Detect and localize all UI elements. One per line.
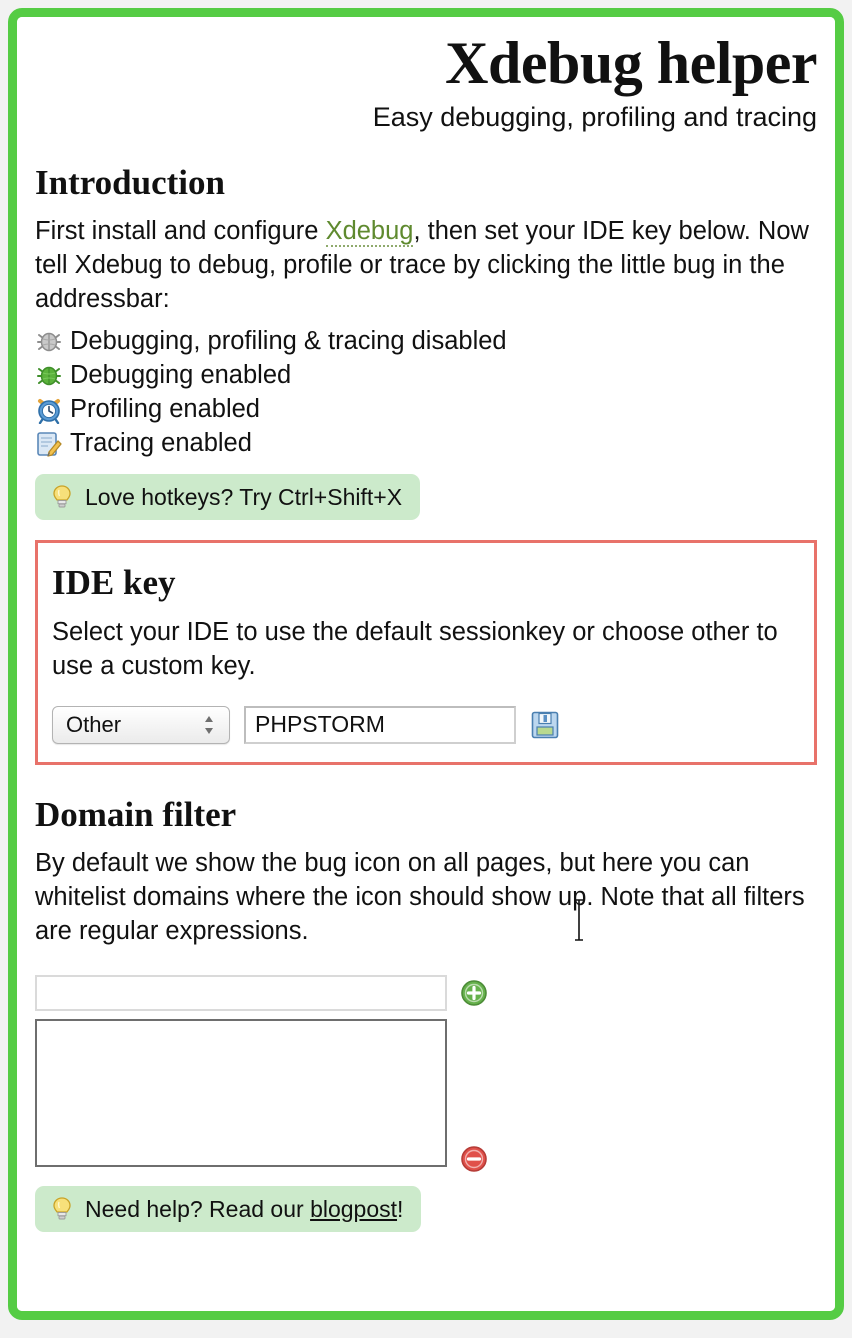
domain-filter-buttons: [460, 975, 488, 1173]
extension-popup-panel: Xdebug helper Easy debugging, profiling …: [8, 8, 844, 1320]
list-item: Profiling enabled: [35, 393, 817, 427]
introduction-paragraph: First install and configure Xdebug, then…: [35, 215, 817, 317]
list-item: Debugging, profiling & tracing disabled: [35, 325, 817, 359]
help-tip-text: Need help? Read our blogpost!: [85, 1196, 403, 1223]
page-subtitle: Easy debugging, profiling and tracing: [372, 102, 817, 132]
ide-key-heading: IDE key: [52, 563, 176, 603]
page-title: Xdebug helper: [445, 30, 817, 96]
clock-icon: [35, 396, 63, 425]
domain-filter-fields: [35, 975, 447, 1168]
blogpost-link[interactable]: blogpost: [310, 1196, 397, 1222]
ide-select-value: Other: [66, 711, 122, 737]
status-legend-list: Debugging, profiling & tracing disabled …: [35, 325, 817, 461]
ide-key-input[interactable]: [244, 705, 516, 744]
notepad-pencil-icon: [35, 430, 63, 458]
bug-gray-icon: [35, 328, 63, 356]
xdebug-link[interactable]: Xdebug: [325, 217, 414, 248]
help-text-before-link: Need help? Read our: [85, 1195, 311, 1222]
status-label: Debugging, profiling & tracing disabled: [70, 327, 507, 356]
ide-key-controls: Other: [52, 705, 800, 744]
domain-input[interactable]: [35, 975, 447, 1012]
introduction-heading: Introduction: [35, 162, 225, 202]
plus-circle-icon[interactable]: [460, 979, 488, 1007]
lightbulb-icon: [49, 483, 75, 511]
domain-filter-heading: Domain filter: [35, 794, 237, 834]
lightbulb-icon: [49, 1195, 75, 1223]
intro-text-before-link: First install and configure: [35, 217, 326, 246]
bug-green-icon: [35, 362, 63, 390]
ide-key-section: IDE key Select your IDE to use the defau…: [35, 540, 817, 765]
help-tip-box: Need help? Read our blogpost!: [35, 1186, 422, 1233]
hotkey-tip-text: Love hotkeys? Try Ctrl+Shift+X: [85, 483, 403, 510]
ide-key-description: Select your IDE to use the default sessi…: [52, 617, 778, 680]
list-item: Debugging enabled: [35, 359, 817, 393]
help-text-after-link: !: [397, 1195, 404, 1222]
floppy-disk-save-icon[interactable]: [530, 710, 560, 740]
ide-select[interactable]: Other: [52, 705, 230, 744]
status-label: Profiling enabled: [70, 395, 260, 424]
status-label: Debugging enabled: [70, 361, 292, 390]
minus-circle-icon[interactable]: [460, 1145, 488, 1173]
list-item: Tracing enabled: [35, 427, 817, 461]
domain-filter-controls: [35, 975, 817, 1173]
hotkey-tip-box: Love hotkeys? Try Ctrl+Shift+X: [35, 474, 421, 521]
page-header: Xdebug helper Easy debugging, profiling …: [35, 17, 818, 133]
status-label: Tracing enabled: [70, 429, 252, 458]
chevron-updown-icon: [203, 713, 215, 737]
domain-filter-description: By default we show the bug icon on all p…: [35, 849, 805, 946]
domain-list[interactable]: [35, 1019, 447, 1168]
